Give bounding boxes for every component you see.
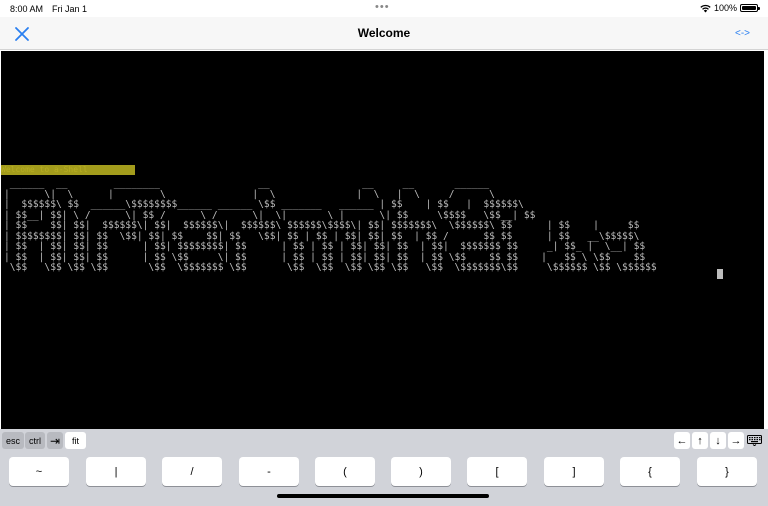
battery-icon (740, 4, 760, 12)
open-paren-key[interactable]: ( (315, 457, 375, 486)
wifi-icon (700, 4, 711, 12)
pipe-key[interactable]: | (86, 457, 146, 486)
arrow-left-key[interactable]: ← (674, 432, 690, 449)
keyboard-accessory-bar: esc ctrl ⇥ fit ← ↑ ↓ → (0, 429, 768, 453)
tilde-key[interactable]: ~ (9, 457, 69, 486)
battery-percent: 100% (713, 3, 737, 13)
symbol-key-row: ~ | / - ( ) [ ] { } (0, 453, 768, 506)
page-title: Welcome (357, 26, 411, 40)
open-bracket-key[interactable]: [ (467, 457, 527, 486)
fit-key[interactable]: fit (65, 432, 86, 449)
status-right: 100% (700, 3, 760, 13)
terminal-output[interactable]: Welcome to a-Shell ______ __ ________ __… (1, 51, 764, 429)
ctrl-key[interactable]: ctrl (25, 432, 45, 449)
swap-button[interactable]: <-> (735, 28, 750, 39)
arrow-up-key[interactable]: ↑ (692, 432, 708, 449)
close-paren-key[interactable]: ) (391, 457, 451, 486)
terminal-highlight-line: Welcome to a-Shell (1, 165, 135, 175)
open-brace-key[interactable]: { (620, 457, 680, 486)
close-bracket-key[interactable]: ] (544, 457, 604, 486)
keyboard-icon[interactable] (747, 435, 762, 446)
app-window: 8:00 AM Fri Jan 1 ••• 100% Welcome <-> W… (0, 0, 768, 506)
close-brace-key[interactable]: } (697, 457, 757, 486)
multitasking-dots-icon[interactable]: ••• (375, 1, 390, 13)
slash-key[interactable]: / (162, 457, 222, 486)
tab-key[interactable]: ⇥ (47, 432, 63, 449)
ascii-art-banner: ______ __ ________ __ __ __ ______ | \| … (4, 178, 657, 273)
dash-key[interactable]: - (239, 457, 299, 486)
arrow-down-key[interactable]: ↓ (710, 432, 726, 449)
status-bar: 8:00 AM Fri Jan 1 ••• 100% (0, 0, 768, 17)
status-date: Fri Jan 1 (52, 4, 88, 14)
esc-key[interactable]: esc (2, 432, 24, 449)
terminal-cursor (717, 269, 723, 279)
home-indicator (277, 494, 489, 498)
navigation-bar: Welcome <-> (0, 17, 768, 50)
arrow-right-key[interactable]: → (728, 432, 744, 449)
status-time: 8:00 AM (10, 4, 44, 14)
